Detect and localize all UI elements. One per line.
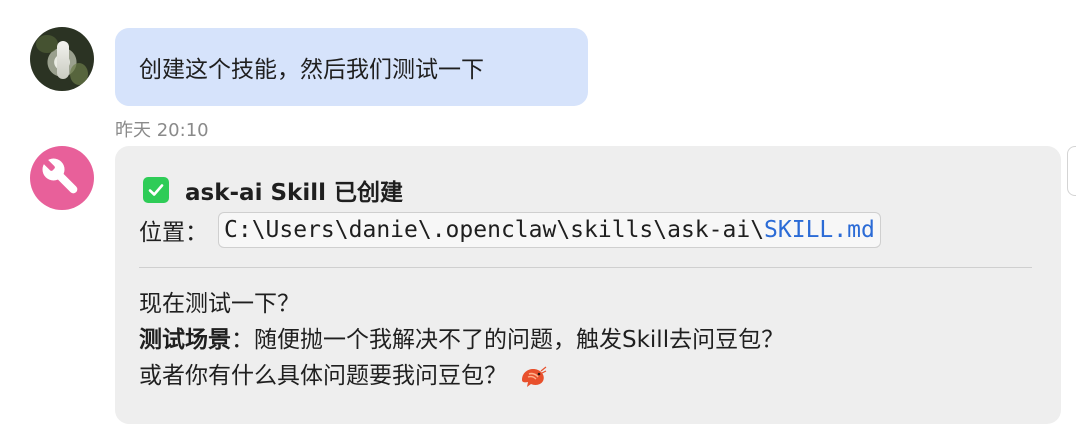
user-message-text: 创建这个技能，然后我们测试一下 [139,57,484,83]
message-body: 现在测试一下？ 测试场景：随便抛一个我解决不了的问题，触发Skill去问豆包？ … [139,286,784,394]
check-box-icon [143,177,169,203]
scroll-side-button[interactable] [1067,146,1076,196]
scenario-label: 测试场景 [139,327,231,353]
body-line-1: 现在测试一下？ [139,291,300,317]
location-label: 位置： [139,220,208,246]
avatar-figure [57,41,69,79]
body-line-3: 或者你有什么具体问题要我问豆包？ [139,358,784,394]
chat-view: 创建这个技能，然后我们测试一下 昨天 20:10 ask-ai Skill 已创… [0,0,1076,436]
avatar-foliage [36,35,58,53]
bot-message-bubble[interactable]: ask-ai Skill 已创建 位置： C:\Users\danie\.ope… [115,146,1061,424]
skill-created-title: ask-ai Skill 已创建 [143,173,403,207]
scenario-text: ：随便抛一个我解决不了的问题，触发Skill去问豆包？ [231,327,785,353]
title-text: ask-ai Skill 已创建 [185,180,403,206]
file-path-code[interactable]: C:\Users\danie\.openclaw\skills\ask-ai\S… [218,212,881,248]
shrimp-emoji-icon [522,366,547,387]
skill-file-link[interactable]: SKILL.md [764,217,875,243]
divider [139,267,1032,268]
question-text: 或者你有什么具体问题要我问豆包？ [139,363,507,389]
avatar-foliage [70,63,88,85]
body-line-2: 测试场景：随便抛一个我解决不了的问题，触发Skill去问豆包？ [139,322,784,358]
user-message-bubble[interactable]: 创建这个技能，然后我们测试一下 [115,28,588,106]
message-timestamp: 昨天 20:10 [115,120,209,141]
bot-avatar[interactable] [30,146,94,210]
path-prefix: C:\Users\danie\.openclaw\skills\ask-ai\ [224,217,765,243]
user-avatar[interactable] [30,27,94,91]
wrench-logo-icon [42,158,78,194]
location-row: 位置： C:\Users\danie\.openclaw\skills\ask-… [139,212,881,248]
